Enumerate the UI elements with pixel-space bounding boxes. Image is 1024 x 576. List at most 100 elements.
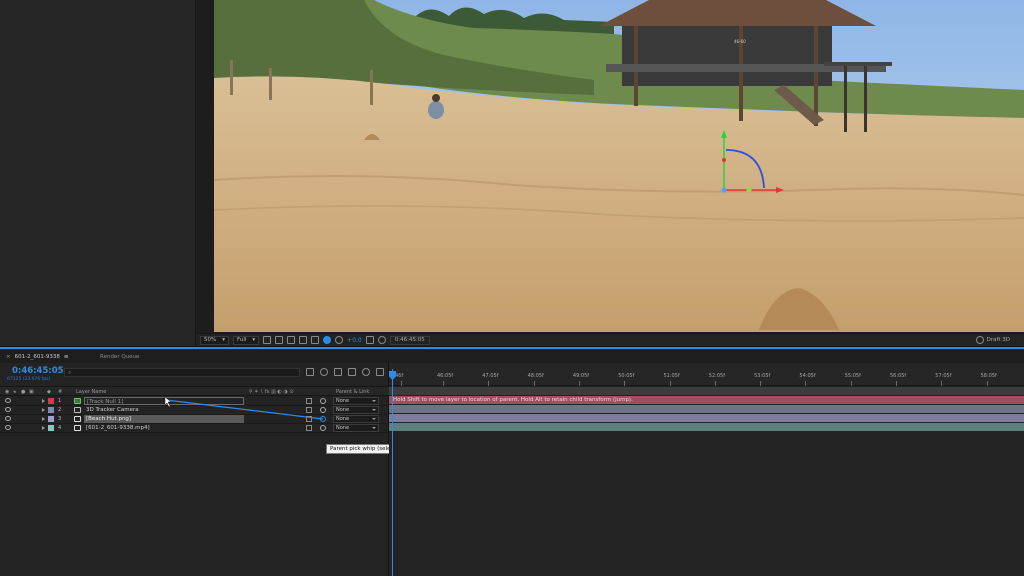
show-snapshot-icon[interactable] — [377, 336, 386, 344]
3d-switch-icon[interactable] — [306, 398, 312, 404]
beach-scene: 46-60 — [214, 0, 1024, 332]
tab-render-queue[interactable]: Render Queue — [100, 352, 139, 362]
parent-link-column[interactable]: Parent & Link — [336, 388, 369, 396]
work-area-bar[interactable] — [389, 387, 1024, 395]
eye-icon[interactable] — [5, 407, 11, 412]
viewer-toolbar: 50% ▾ Full ▾ +0.0 0:46:45:05 Draft 3D — [196, 333, 1024, 346]
parent-dropdown[interactable]: None — [333, 397, 379, 405]
chevron-down-icon: ▾ — [252, 336, 256, 343]
expand-triangle-icon[interactable] — [42, 399, 45, 403]
3d-switch-icon[interactable] — [306, 416, 312, 422]
renderer-indicator[interactable]: Draft 3D — [975, 336, 1010, 344]
layer-panel: 0:46:45:05 67125 (23.976 fps) ⌕ ◉ ◂ ● ▣ … — [0, 363, 509, 576]
renderer-icon — [975, 336, 984, 344]
layer-row[interactable]: 1 [Track Null 1] None — [0, 397, 389, 406]
pick-whip-icon[interactable] — [320, 398, 326, 404]
ruler-tick — [578, 381, 580, 386]
time-graph[interactable]: 46f 46:05f 47:05f 48:05f 49:05f 50:05f 51:05f 5… — [389, 363, 1024, 576]
pick-whip-icon[interactable] — [320, 407, 326, 413]
layer-bar-beach-hut[interactable] — [389, 414, 1024, 422]
expand-triangle-icon[interactable] — [42, 417, 45, 421]
snapshot-icon[interactable] — [365, 336, 374, 344]
current-time-display[interactable]: 0:46:45:05 — [12, 366, 64, 376]
composition-frame[interactable]: 46-60 — [214, 0, 1024, 332]
layer-number: 4 — [58, 425, 62, 431]
label-color-swatch[interactable] — [48, 398, 54, 404]
layer-column-header: ◉ ◂ ● ▣ ◆ # Layer Name ⚲ ✶ ∖ fx ▥ ◐ ◑ ⊙ … — [0, 386, 389, 396]
layer-name[interactable]: [601-2_601-9338.mp4] — [84, 424, 244, 432]
resolution-value: Full — [237, 336, 247, 343]
viewer-timecode[interactable]: 0:46:45:05 — [389, 335, 430, 345]
motion-blur-icon[interactable] — [362, 368, 370, 376]
ruler-tick-label: 47:05f — [482, 373, 499, 379]
layer-row[interactable]: 2 3D Tracker Camera None — [0, 406, 389, 415]
ruler-tick-label: 50:05f — [618, 373, 635, 379]
layer-row[interactable]: 4 [601-2_601-9338.mp4] None — [0, 424, 389, 433]
layer-name-column[interactable]: Layer Name — [76, 388, 106, 396]
resolution-dropdown[interactable]: Full ▾ — [233, 335, 260, 345]
layer-bar-footage[interactable] — [389, 423, 1024, 431]
eye-icon[interactable] — [5, 416, 11, 421]
expand-triangle-icon[interactable] — [42, 408, 45, 412]
3d-switch-icon[interactable] — [306, 425, 312, 431]
switches-column-icons: ⚲ ✶ ∖ fx ▥ ◐ ◑ ⊙ — [249, 389, 294, 395]
video-layer-icon — [74, 425, 81, 431]
frame-blending-icon[interactable] — [348, 368, 356, 376]
parent-dropdown[interactable]: None — [333, 406, 379, 414]
channel-icon[interactable] — [311, 336, 320, 344]
layer-bar-track-null[interactable]: Hold Shift to move layer to location of … — [389, 396, 1024, 404]
3d-switch-icon[interactable] — [306, 407, 312, 413]
draft-3d-icon[interactable] — [320, 368, 328, 376]
ruler-tick — [714, 381, 716, 386]
label-color-swatch[interactable] — [48, 425, 54, 431]
person — [428, 101, 444, 119]
ruler-tick-label: 48:05f — [527, 373, 544, 379]
graph-editor-icon[interactable] — [376, 368, 384, 376]
label-column-icon: ◆ — [47, 389, 51, 395]
layer-search-input[interactable]: ⌕ — [64, 368, 300, 377]
pick-whip-icon[interactable] — [320, 425, 326, 431]
composition-viewer[interactable]: 46-60 50% ▾ Full ▾ +0.0 0:46:45:05 Draft… — [196, 0, 1024, 346]
exposure-value[interactable]: +0.0 — [347, 337, 362, 344]
transparency-grid-icon[interactable] — [275, 336, 284, 344]
time-ruler[interactable]: 46f 46:05f 47:05f 48:05f 49:05f 50:05f 51:05f 5… — [389, 363, 1024, 386]
layer-number: 2 — [58, 407, 62, 413]
ruler-tick — [941, 381, 943, 386]
pick-whip-icon[interactable] — [320, 416, 326, 422]
guides-icon[interactable] — [299, 336, 308, 344]
expand-triangle-icon[interactable] — [42, 426, 45, 430]
color-management-icon[interactable] — [323, 336, 332, 344]
tab-composition[interactable]: × 601-2_601-9338 ≡ — [6, 352, 68, 362]
eye-icon[interactable] — [5, 425, 11, 430]
magnification-dropdown[interactable]: 50% ▾ — [200, 335, 229, 345]
parent-dropdown[interactable]: None — [333, 424, 379, 432]
layer-row[interactable]: 3 [Beach Hut.png] None — [0, 415, 389, 424]
playhead-line[interactable] — [392, 369, 393, 576]
parent-dropdown[interactable]: None — [333, 415, 379, 423]
label-color-swatch[interactable] — [48, 416, 54, 422]
chevron-down-icon: ▾ — [222, 336, 225, 343]
eye-icon[interactable] — [5, 398, 11, 403]
layer-bar-camera[interactable] — [389, 405, 1024, 413]
layer-number: 3 — [58, 416, 62, 422]
frame-info: 67125 (23.976 fps) — [7, 377, 51, 382]
region-of-interest-icon[interactable] — [263, 336, 272, 344]
ruler-tick-label: 49:05f — [572, 373, 590, 379]
zoom-value: 50% — [204, 336, 217, 343]
video-column-icon: ◉ — [5, 389, 10, 395]
shy-layers-icon[interactable] — [334, 368, 342, 376]
mask-visibility-icon[interactable] — [287, 336, 296, 344]
ruler-tick-label: 55:05f — [844, 373, 861, 379]
close-icon[interactable]: × — [6, 352, 11, 362]
ruler-tick — [624, 381, 626, 386]
ruler-tick-label: 46:05f — [437, 373, 454, 379]
layer-name[interactable]: [Beach Hut.png] — [84, 415, 244, 423]
panel-menu-icon[interactable]: ≡ — [64, 352, 69, 362]
reset-exposure-icon[interactable] — [335, 336, 344, 344]
ruler-tick-label: 56:05f — [890, 373, 907, 379]
layer-name[interactable]: 3D Tracker Camera — [84, 406, 244, 414]
search-icon: ⌕ — [68, 369, 72, 376]
label-color-swatch[interactable] — [48, 407, 54, 413]
layer-name[interactable]: [Track Null 1] — [84, 397, 244, 405]
comp-mini-flowchart-icon[interactable] — [306, 368, 314, 376]
